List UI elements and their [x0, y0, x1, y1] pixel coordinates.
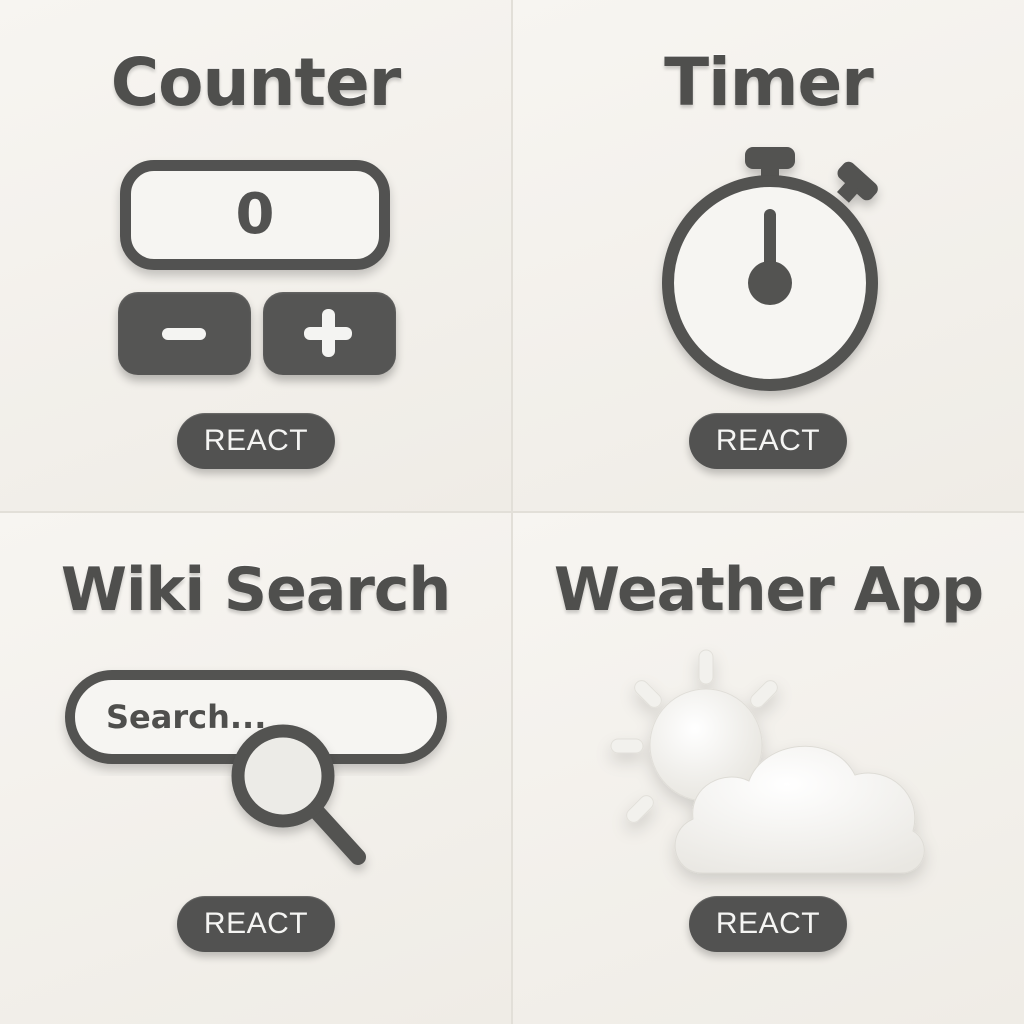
react-badge[interactable]: REACT [177, 413, 335, 469]
decrement-button[interactable] [118, 292, 251, 375]
weather-app-card[interactable]: Weather App REACT [513, 513, 1024, 1024]
increment-button[interactable] [263, 292, 396, 375]
wiki-search-card[interactable]: Wiki Search Search... REACT [0, 513, 511, 1024]
react-badge[interactable]: REACT [177, 896, 335, 952]
magnifier-icon[interactable] [0, 513, 511, 913]
app-grid: Counter 0 REACT Timer REACT Wiki Search … [0, 0, 1024, 1024]
react-badge[interactable]: REACT [689, 413, 847, 469]
counter-title: Counter [110, 44, 402, 121]
sun-cloud-icon [610, 649, 925, 874]
react-badge[interactable]: REACT [689, 896, 847, 952]
stopwatch-icon [662, 147, 878, 391]
counter-card[interactable]: Counter 0 REACT [0, 0, 511, 511]
timer-card[interactable]: Timer REACT [513, 0, 1024, 511]
counter-value-display: 0 [120, 160, 390, 270]
minus-icon [162, 328, 206, 340]
